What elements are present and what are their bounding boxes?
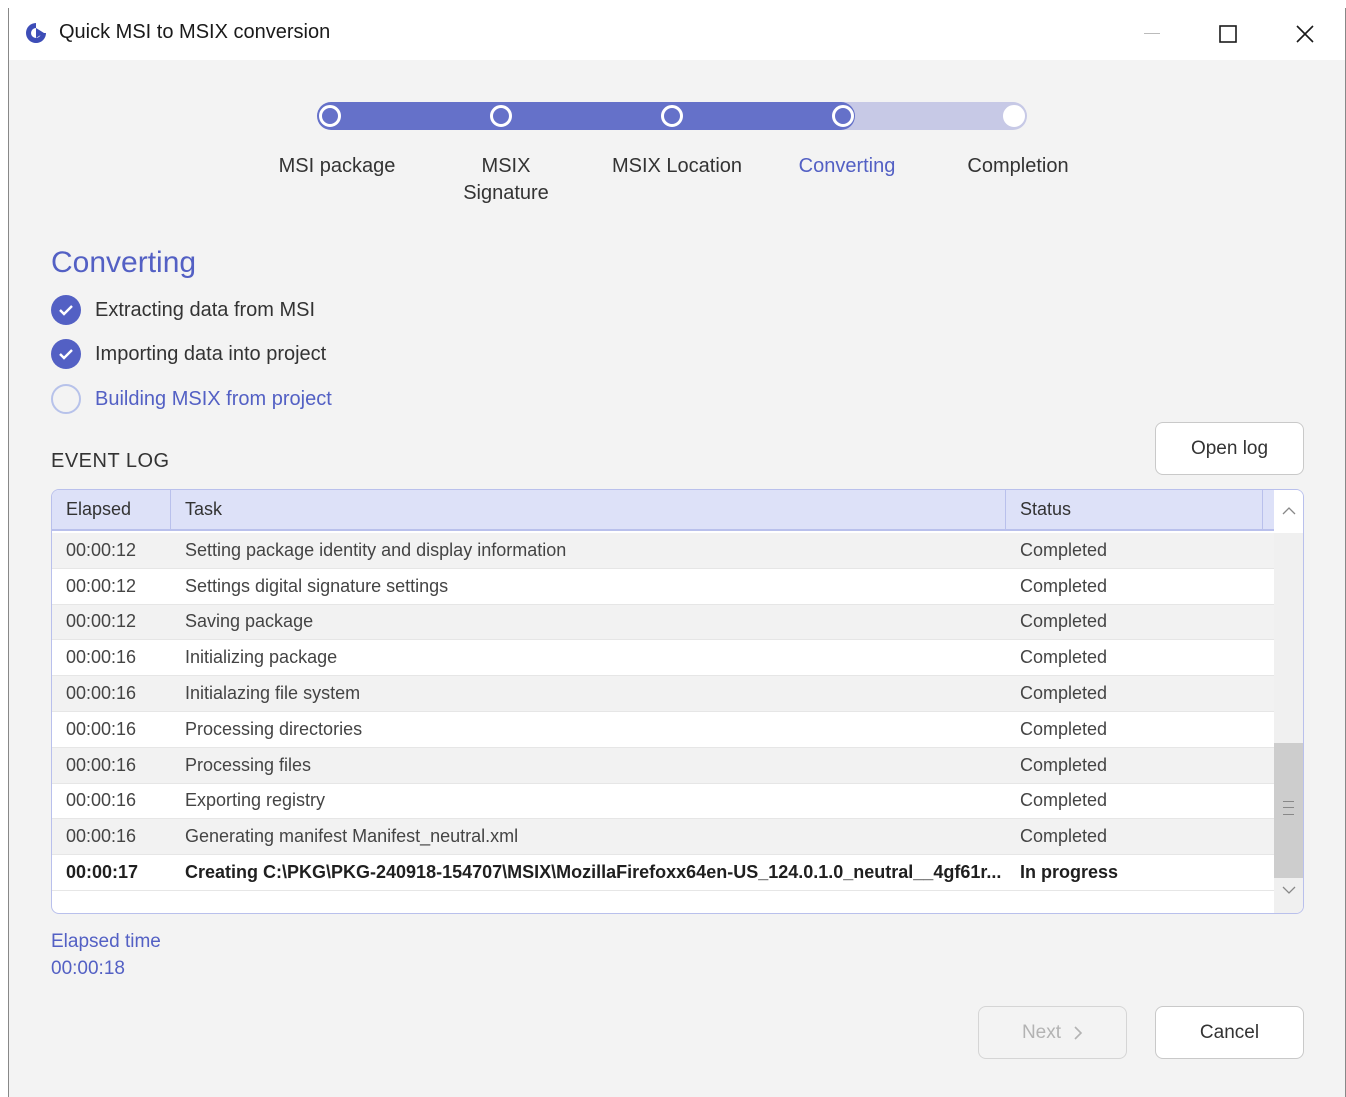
cell-status: Completed	[1020, 647, 1108, 668]
check-icon	[51, 295, 81, 325]
cell-task: Initialazing file system	[185, 683, 361, 704]
cell-status: Completed	[1020, 754, 1108, 775]
step-label-converting: Converting	[798, 155, 896, 177]
cell-status: Completed	[1020, 611, 1108, 632]
table-row[interactable]: 00:00:16 Processing directories Completed	[52, 711, 1274, 748]
cell-task: Initializing package	[185, 647, 338, 668]
cell-elapsed: 00:00:16	[66, 790, 137, 811]
task-item-importing: Importing data into project	[51, 338, 326, 370]
step-label-msi-package: MSI package	[278, 155, 396, 177]
elapsed-time-value: 00:00:18	[51, 958, 125, 979]
cell-elapsed: 00:00:16	[66, 826, 137, 847]
cell-elapsed: 00:00:16	[66, 754, 137, 775]
table-row[interactable]: 00:00:12 Settings digital signature setti…	[52, 568, 1274, 605]
app-window: Quick MSI to MSIX conversion MSI package…	[8, 8, 1346, 1097]
step-label-msix-location: MSIX Location	[611, 155, 743, 177]
step-label-msix-signature: MSIX Signature	[463, 155, 549, 204]
table-row[interactable]: 00:00:16 Processing files Completed	[52, 747, 1274, 784]
task-item-building: Building MSIX from project	[51, 383, 332, 415]
elapsed-time-label: Elapsed time	[51, 931, 161, 952]
cell-elapsed: 00:00:16	[66, 718, 137, 739]
cell-task: Creating C:\PKG\PKG-240918-154707\MSIX\M…	[185, 862, 1002, 883]
cell-elapsed: 00:00:12	[66, 575, 137, 596]
step-node-msix-location	[661, 105, 683, 127]
cell-status: Completed	[1020, 718, 1108, 739]
column-header-task[interactable]: Task	[171, 490, 1006, 529]
stepper-track-remaining	[839, 102, 1027, 130]
task-item-extracting: Extracting data from MSI	[51, 294, 315, 326]
cell-status: Completed	[1020, 575, 1108, 596]
step-label-completion: Completion	[967, 155, 1069, 177]
cell-status: In progress	[1020, 862, 1119, 883]
check-icon	[51, 339, 81, 369]
table-row[interactable]: 00:00:12 Saving package Completed	[52, 604, 1274, 641]
event-log-label: EVENT LOG	[51, 450, 170, 472]
column-header-status[interactable]: Status	[1006, 490, 1263, 529]
table-row[interactable]: 00:00:16 Initialazing file system Complete…	[52, 676, 1274, 712]
table-body: 00:00:12 Setting package identity and dis…	[52, 533, 1274, 891]
cell-elapsed: 00:00:16	[66, 683, 137, 704]
cell-elapsed: 00:00:17	[66, 862, 139, 883]
event-log-table: Elapsed Task Status 00:00:12 Setting pack…	[51, 489, 1304, 914]
cell-task: Processing directories	[185, 718, 363, 739]
cell-elapsed: 00:00:12	[66, 539, 137, 560]
chevron-right-icon	[1074, 1025, 1083, 1040]
table-row[interactable]: 00:00:16 Exporting registry Completed	[52, 783, 1274, 820]
page-title: Converting	[51, 246, 197, 279]
cancel-button[interactable]: Cancel	[1155, 1006, 1304, 1059]
scroll-down-button[interactable]	[1274, 870, 1303, 910]
step-node-completion	[1003, 105, 1025, 127]
cell-task: Saving package	[185, 611, 314, 632]
pending-circle-icon	[51, 384, 81, 414]
cell-task: Setting package identity and display inf…	[185, 539, 567, 560]
scrollbar-thumb[interactable]	[1274, 743, 1303, 878]
cell-elapsed: 00:00:12	[66, 611, 137, 632]
stepper-track-completed	[317, 102, 855, 130]
cell-status: Completed	[1020, 683, 1108, 704]
task-label: Importing data into project	[95, 342, 327, 365]
step-node-msix-signature	[490, 105, 512, 127]
open-log-button[interactable]: Open log	[1155, 422, 1304, 475]
scroll-up-button[interactable]	[1274, 490, 1303, 531]
cell-status: Completed	[1020, 826, 1108, 847]
column-header-elapsed[interactable]: Elapsed	[52, 490, 171, 529]
cell-task: Generating manifest Manifest_neutral.xml	[185, 826, 519, 847]
table-row[interactable]: 00:00:16 Generating manifest Manifest_neu…	[52, 819, 1274, 856]
step-node-msi-package	[319, 105, 341, 127]
chevron-down-icon	[1282, 886, 1295, 894]
task-label: Building MSIX from project	[95, 387, 332, 410]
cell-task: Settings digital signature settings	[185, 575, 449, 596]
table-row[interactable]: 00:00:17 Creating C:\PKG\PKG-240918-15470…	[52, 855, 1274, 891]
next-label: Next	[1021, 1021, 1062, 1043]
cell-elapsed: 00:00:16	[66, 647, 137, 668]
chevron-up-icon	[1282, 506, 1295, 514]
cell-status: Completed	[1020, 790, 1108, 811]
grip-icon	[1283, 801, 1294, 815]
table-row[interactable]: 00:00:16 Initializing package Completed	[52, 640, 1274, 677]
table-header: Elapsed Task Status	[52, 490, 1303, 531]
wizard-stepper: MSI package MSIX Signature MSIX Location…	[9, 8, 1345, 228]
step-node-converting	[832, 105, 854, 127]
vertical-scrollbar[interactable]	[1274, 533, 1303, 913]
cell-task: Processing files	[185, 754, 312, 775]
table-row[interactable]: 00:00:12 Setting package identity and dis…	[52, 533, 1274, 569]
cell-status: Completed	[1020, 539, 1108, 560]
task-label: Extracting data from MSI	[95, 298, 316, 321]
cell-task: Exporting registry	[185, 790, 326, 811]
next-button[interactable]: Next	[978, 1006, 1127, 1059]
